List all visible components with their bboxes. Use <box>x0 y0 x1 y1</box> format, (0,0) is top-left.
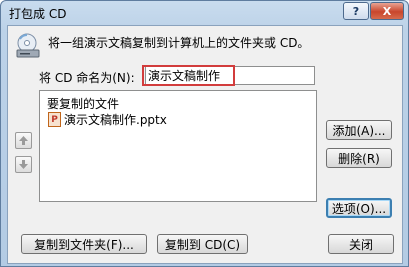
options-button[interactable]: 选项(O)... <box>326 198 392 218</box>
list-header: 要复制的文件 <box>47 97 120 111</box>
move-up-button[interactable] <box>15 132 32 149</box>
close-window-button[interactable]: X <box>370 2 404 20</box>
file-row[interactable]: P 演示文稿制作.pptx <box>42 111 314 128</box>
delete-button[interactable]: 删除(R) <box>326 148 392 168</box>
files-to-copy-list[interactable]: 要复制的文件 P 演示文稿制作.pptx <box>39 90 317 202</box>
copy-to-folder-button[interactable]: 复制到文件夹(F)... <box>21 234 147 254</box>
cd-name-input[interactable] <box>145 66 315 85</box>
help-button[interactable]: ? <box>343 2 369 20</box>
copy-to-cd-button[interactable]: 复制到 CD(C) <box>157 234 248 254</box>
dialog-title: 打包成 CD <box>9 7 67 21</box>
add-button[interactable]: 添加(A)... <box>326 120 392 140</box>
cd-name-label: 将 CD 命名为(N): <box>39 71 135 85</box>
arrow-down-icon <box>19 160 28 169</box>
close-button[interactable]: 关闭 <box>328 234 394 254</box>
file-name: 演示文稿制作.pptx <box>64 113 167 127</box>
title-bar[interactable]: 打包成 CD ? X <box>1 1 408 23</box>
arrow-up-icon <box>19 136 28 145</box>
cd-drive-icon <box>15 33 41 59</box>
move-down-button[interactable] <box>15 156 32 173</box>
dialog-body: 将一组演示文稿复制到计算机上的文件夹或 CD。 将 CD 命名为(N): 要复制… <box>7 25 403 264</box>
package-for-cd-dialog: 打包成 CD ? X 将一组演示文稿复制到计算机上的文件夹或 CD。 将 CD … <box>0 0 409 267</box>
pptx-file-icon: P <box>48 112 61 127</box>
instruction-text: 将一组演示文稿复制到计算机上的文件夹或 CD。 <box>48 36 310 50</box>
